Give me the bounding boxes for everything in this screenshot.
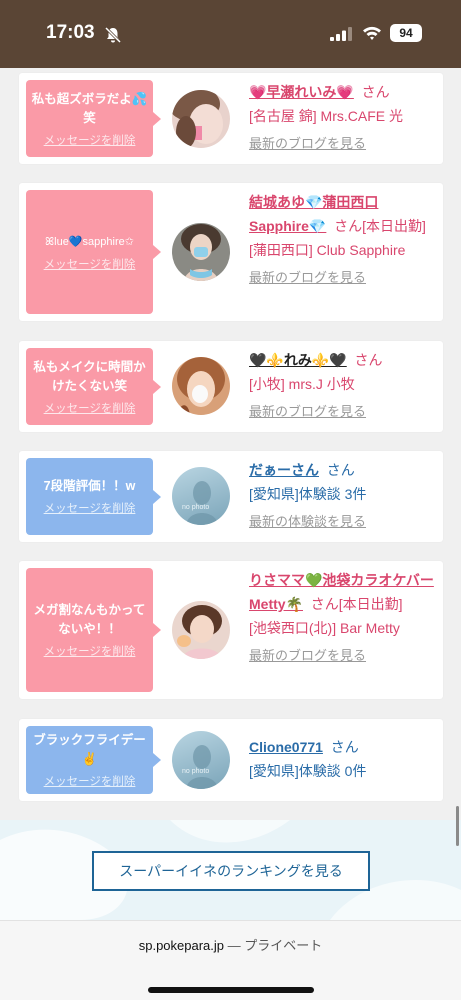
no-photo-label: no photo <box>182 768 209 775</box>
no-photo-avatar[interactable]: no photo <box>172 731 230 789</box>
avatar[interactable] <box>172 223 230 281</box>
profile-info: 💗早瀬れいみ💗 さん [名古屋 錦] Mrs.CAFE 光 最新のブログを見る <box>249 80 437 156</box>
message-bubble: ꕤlue💙sapphire✩ メッセージを削除 <box>26 190 161 314</box>
no-photo-label: no photo <box>182 504 209 511</box>
shop-name: [名古屋 錦] Mrs.CAFE 光 <box>249 108 403 124</box>
message-bubble: 私もメイクに時間かけたくない笑 メッセージを削除 <box>26 348 161 425</box>
avatar[interactable] <box>172 357 230 415</box>
delete-message-link[interactable]: メッセージを削除 <box>44 773 136 789</box>
review-count: [愛知県]体験談 3件 <box>249 486 367 502</box>
message-text: 私も超ズボラだよ💦笑 <box>31 91 148 125</box>
delete-message-link[interactable]: メッセージを削除 <box>44 643 136 659</box>
like-card: 私も超ズボラだよ💦笑 メッセージを削除 💗早瀬れいみ💗 さん [名古屋 錦] M… <box>19 73 443 164</box>
ranking-section: スーパーイイネのランキングを見る <box>0 820 461 920</box>
profile-name-link[interactable]: だぁーさん <box>249 462 319 478</box>
profile-info: 🖤⚜️れみ⚜️🖤 さん [小牧] mrs.J 小牧 最新のブログを見る <box>249 348 437 424</box>
message-text: メガ割なんもかってないや！！ <box>33 603 146 636</box>
browser-url-bar[interactable]: sp.pokepara.jp — プライベート <box>0 920 461 1000</box>
review-count: [愛知県]体験談 0件 <box>249 763 367 779</box>
no-photo-avatar[interactable]: no photo <box>172 467 230 525</box>
latest-blog-link[interactable]: 最新のブログを見る <box>249 400 437 424</box>
latest-blog-link[interactable]: 最新のブログを見る <box>249 266 437 290</box>
profile-info: りさママ💚池袋カラオケバーMetty🌴 さん[本日出勤] [池袋西口(北)] B… <box>249 568 437 668</box>
avatar[interactable] <box>172 601 230 659</box>
delete-message-link[interactable]: メッセージを削除 <box>44 400 136 416</box>
signal-icon <box>330 27 352 41</box>
latest-review-link[interactable]: 最新の体験談を見る <box>249 510 437 534</box>
profile-info: だぁーさん さん [愛知県]体験談 3件 最新の体験談を見る <box>249 458 437 534</box>
honorific: さん[本日出勤] <box>334 218 426 234</box>
status-time: 17:03 <box>46 22 95 43</box>
private-label: — プライベート <box>227 938 323 953</box>
battery-icon: 94 <box>390 24 422 42</box>
ranking-button[interactable]: スーパーイイネのランキングを見る <box>92 851 370 891</box>
latest-blog-link[interactable]: 最新のブログを見る <box>249 644 437 668</box>
likes-feed: 私も超ズボラだよ💦笑 メッセージを削除 💗早瀬れいみ💗 さん [名古屋 錦] M… <box>0 68 461 820</box>
message-text: 7段階評価！！w <box>43 479 136 493</box>
like-card: 私もメイクに時間かけたくない笑 メッセージを削除 🖤⚜️れみ⚜️🖤 さん [小牧… <box>19 341 443 432</box>
message-bubble: 私も超ズボラだよ💦笑 メッセージを削除 <box>26 80 161 157</box>
shop-name: [蒲田西口] Club Sapphire <box>249 242 406 258</box>
scrollbar[interactable] <box>456 806 459 846</box>
honorific: さん[本日出勤] <box>310 596 403 612</box>
message-bubble: 7段階評価！！w メッセージを削除 <box>26 458 161 535</box>
message-text: ꕤlue💙sapphire✩ <box>45 235 134 248</box>
honorific: さん <box>361 84 390 100</box>
message-text: ブラックフライデー✌️ <box>33 733 146 766</box>
message-text: 私もメイクに時間かけたくない笑 <box>33 359 146 393</box>
like-card: ꕤlue💙sapphire✩ メッセージを削除 結城あゆ💎蒲田西口Sapphir… <box>19 183 443 321</box>
delete-message-link[interactable]: メッセージを削除 <box>44 256 136 272</box>
home-indicator[interactable] <box>148 987 314 993</box>
avatar[interactable] <box>172 90 230 148</box>
like-card: メガ割なんもかってないや！！ メッセージを削除 りさママ💚池袋カラオケバーMet… <box>19 561 443 699</box>
honorific: さん <box>326 462 355 478</box>
profile-info: 結城あゆ💎蒲田西口Sapphire💎 さん[本日出勤] [蒲田西口] Club … <box>249 190 437 290</box>
honorific: さん <box>330 739 359 755</box>
status-bar: 17:03 94 <box>0 0 461 68</box>
honorific: さん <box>354 352 383 368</box>
delete-message-link[interactable]: メッセージを削除 <box>44 500 136 516</box>
bell-off-icon <box>104 26 122 44</box>
delete-message-link[interactable]: メッセージを削除 <box>44 132 136 148</box>
latest-blog-link[interactable]: 最新のブログを見る <box>249 132 437 156</box>
url-domain: sp.pokepara.jp <box>138 938 225 953</box>
shop-name: [小牧] mrs.J 小牧 <box>249 376 355 392</box>
like-card: 7段階評価！！w メッセージを削除 no photo だぁーさん さん [愛知県… <box>19 451 443 542</box>
message-bubble: ブラックフライデー✌️ メッセージを削除 <box>26 726 161 794</box>
message-bubble: メガ割なんもかってないや！！ メッセージを削除 <box>26 568 161 692</box>
profile-name-link[interactable]: 💗早瀬れいみ💗 <box>249 84 354 100</box>
profile-name-link[interactable]: 🖤⚜️れみ⚜️🖤 <box>249 352 347 368</box>
url-text[interactable]: sp.pokepara.jp — プライベート <box>0 935 461 954</box>
like-card: ブラックフライデー✌️ メッセージを削除 no photo Clione0771… <box>19 719 443 801</box>
shop-name: [池袋西口(北)] Bar Metty <box>249 620 400 636</box>
profile-info: Clione0771 さん [愛知県]体験談 0件 <box>249 735 437 783</box>
profile-name-link[interactable]: Clione0771 <box>249 739 323 755</box>
wifi-icon <box>363 26 381 40</box>
